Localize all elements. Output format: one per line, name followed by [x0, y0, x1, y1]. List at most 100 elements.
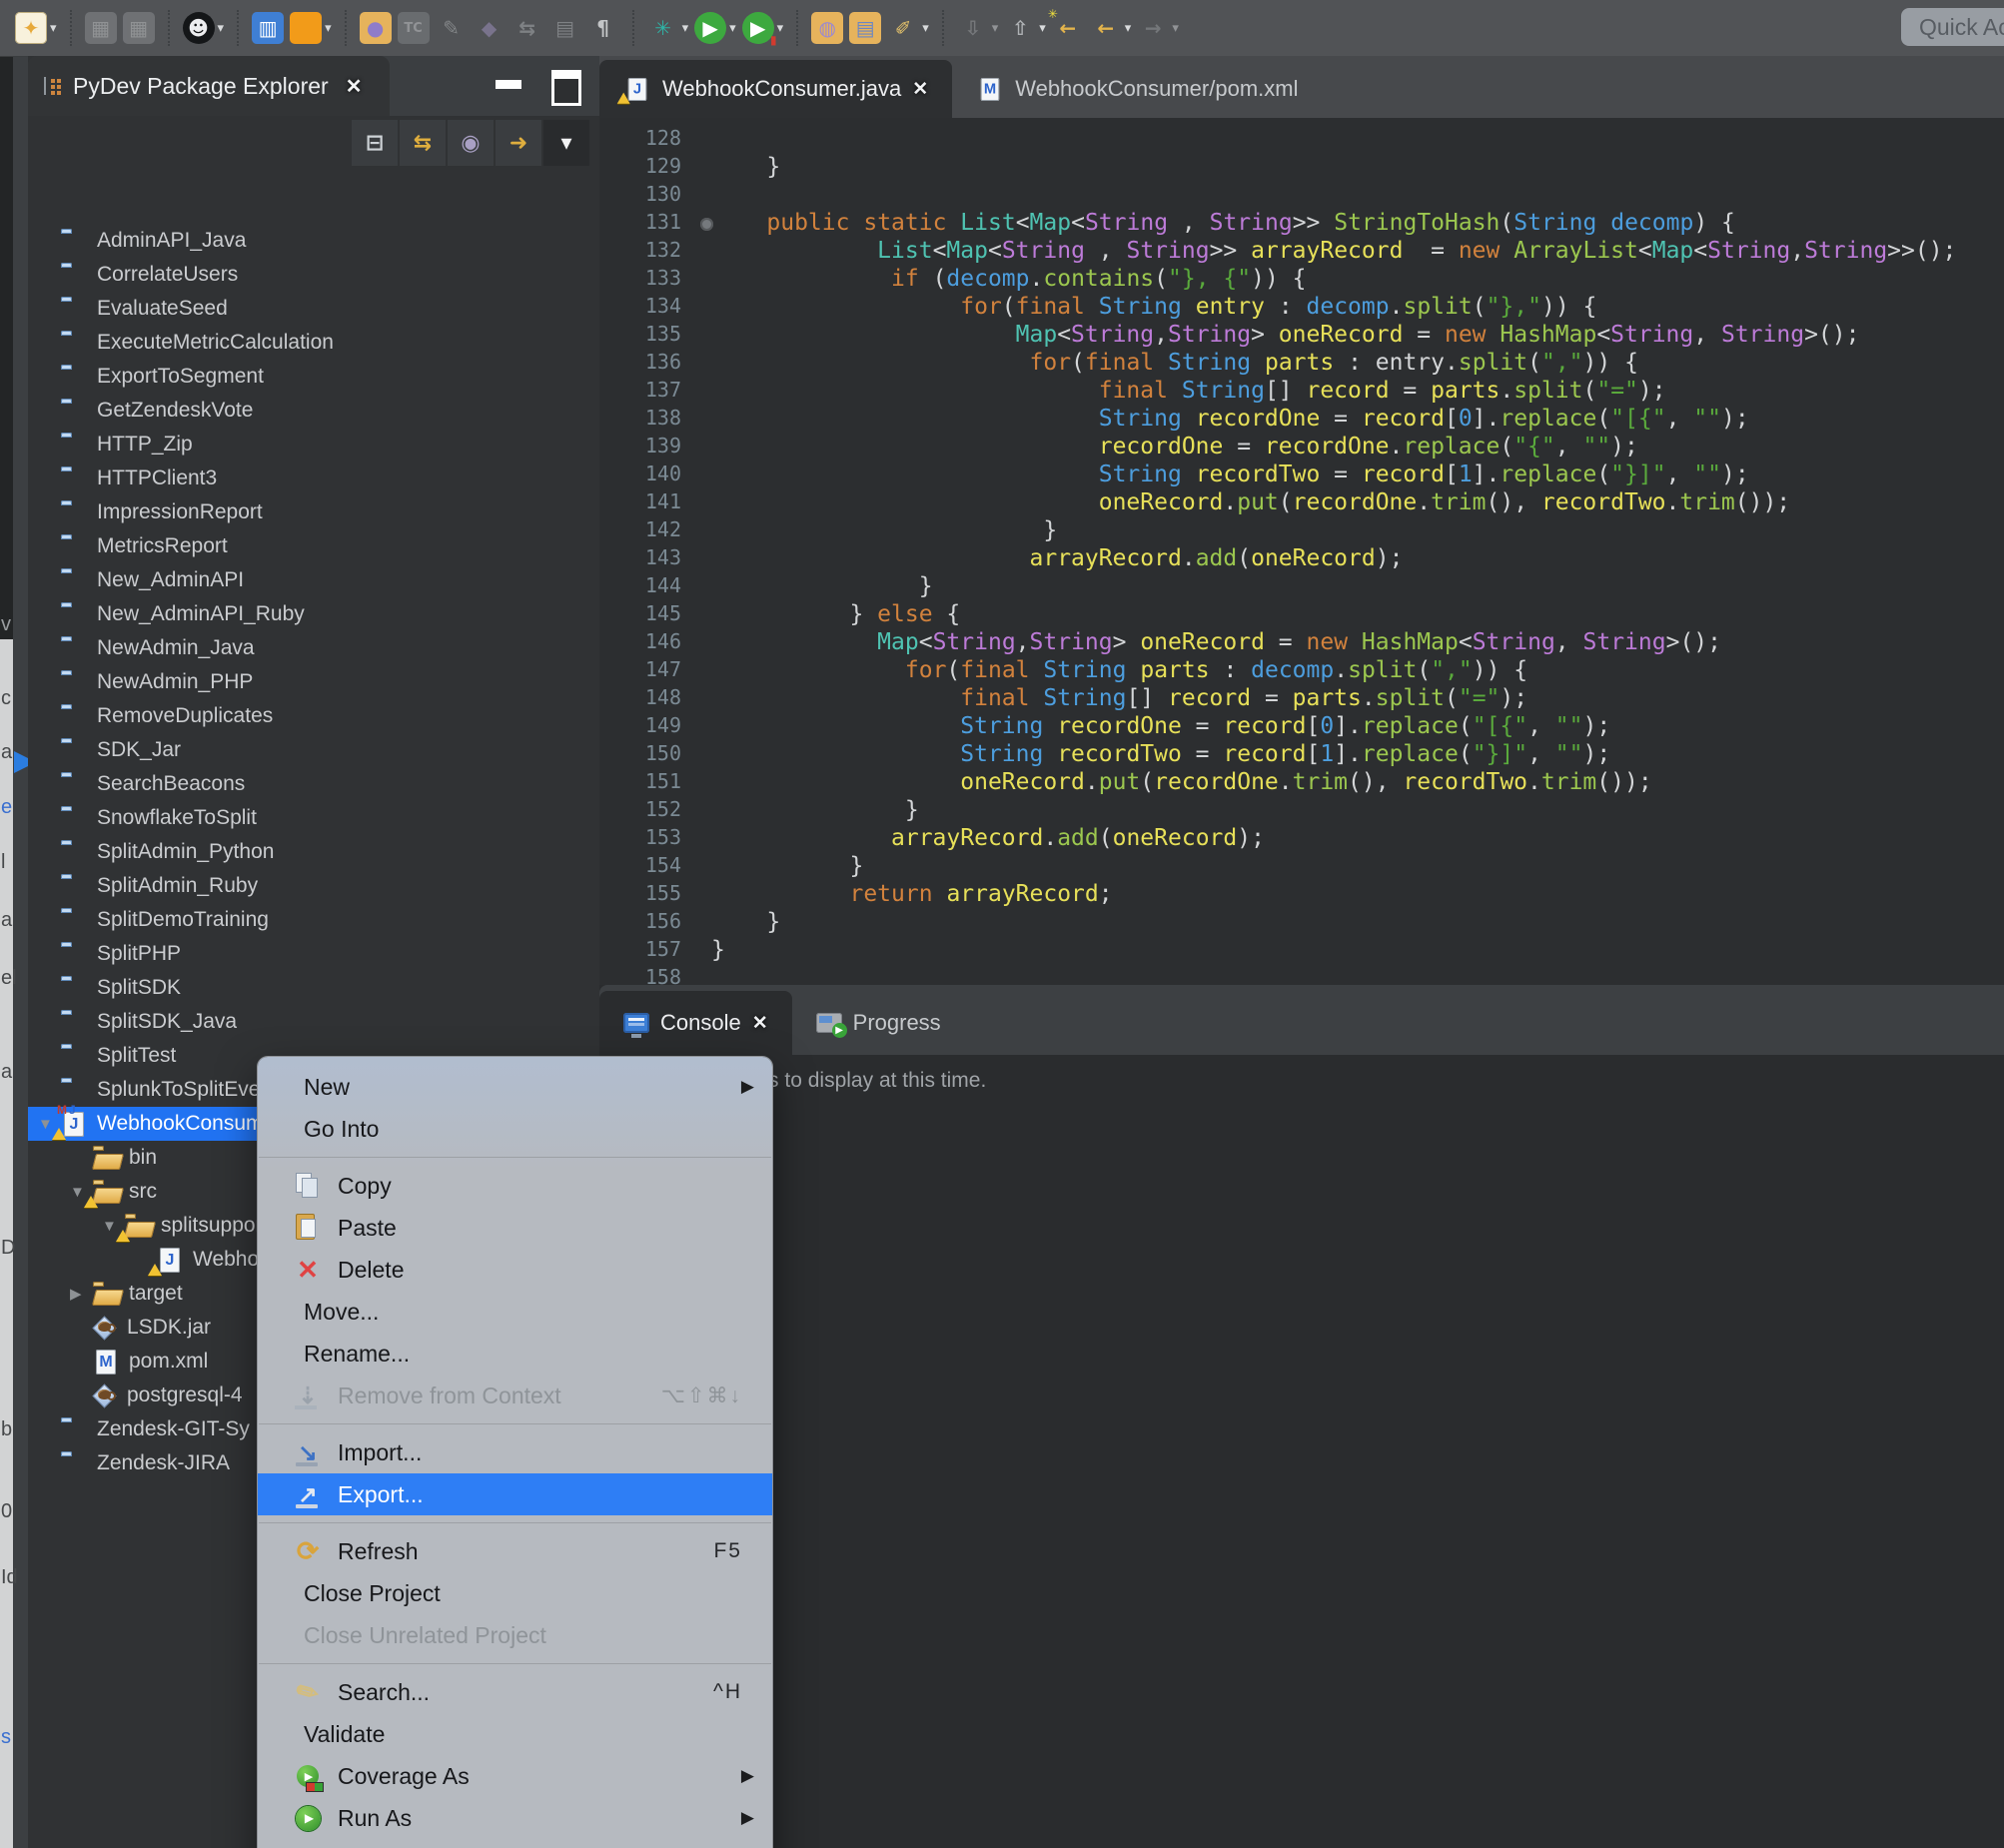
package-explorer-tool-button[interactable]: ◆	[471, 10, 508, 46]
forward-history-button[interactable]: →▾	[1134, 10, 1182, 46]
code-line: }	[711, 853, 2004, 881]
collapse-all-icon[interactable]: ⊟	[352, 120, 398, 166]
tree-item-label: HTTP_Zip	[97, 433, 193, 457]
menu-item-remove-from-context[interactable]: Remove from Context⌥⇧⌘↓	[258, 1375, 772, 1416]
tree-item-searchbeacons[interactable]: SearchBeacons	[28, 767, 599, 801]
sketch-pen-button[interactable]: ✎	[433, 10, 471, 46]
run-button[interactable]: ▶▾	[691, 10, 739, 46]
compare-button[interactable]: ⇆	[508, 10, 546, 46]
editor-tab-webhookconsumer-java[interactable]: JWebhookConsumer.java✕	[599, 60, 952, 118]
editor-tab-webhookconsumer-pom-xml[interactable]: MWebhookConsumer/pom.xml	[952, 60, 1322, 118]
tree-item-snowflaketosplit[interactable]: SnowflakeToSplit	[28, 801, 599, 835]
runas-icon	[292, 1802, 324, 1834]
user-profile-button[interactable]: ☻▾	[180, 10, 228, 46]
menu-item-copy[interactable]: Copy	[258, 1165, 772, 1207]
menu-item-delete[interactable]: Delete	[258, 1249, 772, 1291]
debug-beetle-button[interactable]: ✳▾	[644, 10, 692, 46]
menu-item-import[interactable]: Import...	[258, 1431, 772, 1473]
menu-item-new[interactable]: New▶	[258, 1066, 772, 1108]
new-wizard-button[interactable]: ✦▾	[12, 10, 60, 46]
tab-pydev-package-explorer[interactable]: PyDev Package Explorer ✕	[28, 56, 390, 116]
tree-item-exporttosegment[interactable]: ExportToSegment	[28, 360, 599, 394]
tree-item-httpclient3[interactable]: HTTPClient3	[28, 462, 599, 495]
background-text-fragment: e	[1, 796, 12, 819]
save-all-button[interactable]: ▦	[120, 10, 158, 46]
bug-report-button[interactable]: ▾	[287, 10, 335, 46]
tree-item-metricsreport[interactable]: MetricsReport	[28, 529, 599, 563]
menu-item-close-project[interactable]: Close Project	[258, 1572, 772, 1614]
maximize-button[interactable]	[551, 70, 581, 106]
code-line: final String[] record = parts.split("=")…	[711, 378, 2004, 406]
outline-view-button[interactable]: ▤	[546, 10, 584, 46]
line-number: 139	[599, 434, 699, 462]
tree-item-splitadmin-ruby[interactable]: SplitAdmin_Ruby	[28, 869, 599, 903]
tasks-button[interactable]: ▤	[846, 10, 884, 46]
filters-icon[interactable]: ◉	[448, 120, 494, 166]
tree-item-splitsdk-java[interactable]: SplitSDK_Java	[28, 1005, 599, 1039]
tree-item-evaluateseed[interactable]: EvaluateSeed	[28, 292, 599, 326]
external-tools-button[interactable]: ▶▮▾	[739, 10, 787, 46]
console-view-button[interactable]: ▥	[249, 10, 287, 46]
show-whitespace-button[interactable]: ¶	[584, 10, 622, 46]
menu-item-search[interactable]: Search...^H	[258, 1671, 772, 1713]
line-number: 158	[599, 965, 699, 985]
menu-item-export[interactable]: Export...	[258, 1473, 772, 1515]
menu-item-move[interactable]: Move...	[258, 1291, 772, 1333]
menu-item-paste[interactable]: Paste	[258, 1207, 772, 1249]
tree-item-correlateusers[interactable]: CorrelateUsers	[28, 258, 599, 292]
code-line: final String[] record = parts.split("=")…	[711, 685, 2004, 713]
code-line: }	[711, 154, 2004, 182]
view-menu-icon[interactable]: ▾	[543, 120, 589, 166]
quick-access-button[interactable]: Quick Access	[1901, 8, 2004, 46]
tree-item-new-adminapi[interactable]: New_AdminAPI	[28, 563, 599, 597]
tree-item-newadmin-java[interactable]: NewAdmin_Java	[28, 631, 599, 665]
focus-on-active-task-icon[interactable]: ➜	[496, 120, 541, 166]
background-window-dark-strip	[0, 56, 13, 639]
tree-item-splitdemotraining[interactable]: SplitDemoTraining	[28, 903, 599, 937]
minimize-button[interactable]	[496, 80, 521, 89]
tree-item-getzendeskvote[interactable]: GetZendeskVote	[28, 394, 599, 428]
team-sync-button[interactable]: TC	[395, 10, 433, 46]
close-icon[interactable]: ✕	[346, 74, 363, 99]
tree-item-removeduplicates[interactable]: RemoveDuplicates	[28, 699, 599, 733]
menu-item-validate[interactable]: Validate	[258, 1713, 772, 1755]
package-explorer-icon	[42, 76, 62, 96]
tree-item-newadmin-php[interactable]: NewAdmin_PHP	[28, 665, 599, 699]
export-items-button[interactable]: ⇧▾	[1001, 10, 1049, 46]
tree-item-new-adminapi-ruby[interactable]: New_AdminAPI_Ruby	[28, 597, 599, 631]
console-tab-console[interactable]: Console✕	[599, 991, 792, 1055]
console-tab-progress[interactable]: Progress	[792, 991, 965, 1055]
close-icon[interactable]: ✕	[912, 78, 928, 101]
folder-blue-icon	[60, 1451, 88, 1475]
annotate-icon: ✐	[887, 12, 919, 44]
open-resource-button[interactable]: ◍	[808, 10, 846, 46]
tree-item-splitadmin-python[interactable]: SplitAdmin_Python	[28, 835, 599, 869]
menu-item-run-as[interactable]: Run As▶	[258, 1797, 772, 1839]
back-to-last-edit-button[interactable]: ←✳	[1049, 10, 1087, 46]
save-button[interactable]: ▦	[82, 10, 120, 46]
tree-item-splitsdk[interactable]: SplitSDK	[28, 971, 599, 1005]
menu-item-rename[interactable]: Rename...	[258, 1333, 772, 1375]
tree-item-http-zip[interactable]: HTTP_Zip	[28, 428, 599, 462]
tree-item-executemetriccalculation[interactable]: ExecuteMetricCalculation	[28, 326, 599, 360]
tree-item-splitphp[interactable]: SplitPHP	[28, 937, 599, 971]
tree-item-sdk-jar[interactable]: SDK_Jar	[28, 733, 599, 767]
back-history-button[interactable]: ←▾	[1087, 10, 1135, 46]
console-panel: Console✕Progress No consoles to display …	[599, 985, 2004, 1848]
import-items-button[interactable]: ⇩▾	[954, 10, 1002, 46]
menu-item-go-into[interactable]: Go Into	[258, 1108, 772, 1150]
link-with-editor-icon[interactable]: ⇆	[400, 120, 446, 166]
close-icon[interactable]: ✕	[752, 1012, 768, 1035]
annotate-button[interactable]: ✐▾	[884, 10, 932, 46]
toolbar-separator	[237, 10, 239, 46]
menu-item-coverage-as[interactable]: Coverage As▶	[258, 1755, 772, 1797]
code-editor[interactable]: 1281291301311321331341351361371381391401…	[599, 118, 2004, 985]
menu-item-refresh[interactable]: RefreshF5	[258, 1530, 772, 1572]
menu-item-close-unrelated-project[interactable]: Close Unrelated Project	[258, 1614, 772, 1656]
expand-expander-icon[interactable]: ▶	[70, 1285, 92, 1303]
run-favorites-button[interactable]: ●	[357, 10, 395, 46]
explorer-tab-title: PyDev Package Explorer	[73, 73, 329, 100]
code-line: String recordTwo = record[1].replace("}]…	[711, 741, 2004, 769]
tree-item-adminapi-java[interactable]: AdminAPI_Java	[28, 224, 599, 258]
tree-item-impressionreport[interactable]: ImpressionReport	[28, 495, 599, 529]
